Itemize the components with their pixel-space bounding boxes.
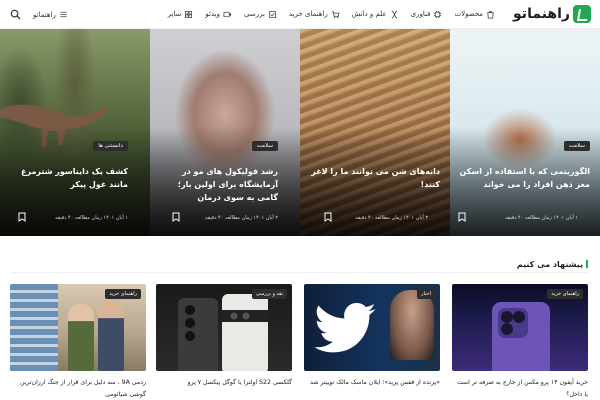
chip-icon [433, 10, 442, 19]
category-badge[interactable]: سلامت [251, 141, 278, 151]
bookmark-icon[interactable] [324, 212, 332, 222]
twitter-bird-icon [314, 302, 376, 353]
section-title: پیشنهاد می کنیم [517, 260, 588, 269]
person-shape [98, 300, 124, 371]
nav-item-label: راهنمای خرید [288, 10, 328, 18]
nav-item-label: فناوری [410, 10, 431, 18]
card-title[interactable]: خرید آیفون ۱۴ پرو مکس از خارج به صرفه تر… [452, 377, 588, 400]
nav-item-buying-guide[interactable]: راهنمای خرید [283, 10, 346, 19]
card-title[interactable]: ردمی 9A ، سه دلیل برای قرار از جنگ ارزان… [10, 377, 146, 400]
main-nav: محصولات فناوری علم و دانش راهنمای خرید ب… [162, 10, 501, 19]
hero-title[interactable]: الگوریتمی که با استفاده از اسکن مغز ذهن … [454, 165, 590, 191]
review-icon [268, 10, 277, 19]
bookmark-icon[interactable] [458, 212, 466, 222]
card-thumbnail[interactable]: نقد و بررسی [156, 284, 292, 371]
nav-item-label: سایر [167, 10, 182, 18]
category-badge[interactable]: راهنمای خرید [547, 289, 583, 299]
category-badge[interactable]: سلامت [563, 141, 590, 151]
bookmark-icon[interactable] [18, 212, 26, 222]
nav-item-review[interactable]: بررسی [238, 10, 283, 19]
hero-slide[interactable]: دانه‌های شن می توانند ما را لاغر کنند! ۳… [300, 29, 450, 236]
nav-item-video[interactable]: ویدئو [199, 10, 238, 19]
header-tools: راهنماتو [10, 0, 68, 29]
hero-meta: ۲ آبان ۱۴۰۱ زمان مطالعه ۴۰ دقیقه [205, 215, 278, 221]
nav-item-other[interactable]: سایر [162, 10, 200, 19]
nav-item-technology[interactable]: فناوری [405, 10, 449, 19]
hero-meta: ۱ آبان ۱۴۰۱ زمان مطالعه ۴۰ دقیقه [505, 215, 578, 221]
hero-title[interactable]: رشد فولیکول های مو در آزمایشگاه برای اول… [156, 165, 278, 204]
card-thumbnail[interactable]: راهنمای خرید [10, 284, 146, 371]
category-badge[interactable]: اخبار [417, 289, 435, 299]
cart-icon [331, 10, 340, 19]
section-divider [12, 272, 588, 273]
phone-illustration [492, 302, 550, 371]
article-card[interactable]: راهنمای خرید ردمی 9A ، سه دلیل برای قرار… [10, 284, 146, 400]
hamburger-menu-button[interactable]: راهنماتو [33, 10, 68, 19]
shopping-bag-icon [486, 10, 495, 19]
nav-item-label: ویدئو [205, 10, 220, 18]
dna-icon [390, 10, 399, 19]
video-icon [223, 10, 232, 19]
article-card[interactable]: نقد و بررسی گلکسی S22 اولترا یا گوگل پیک… [156, 284, 292, 389]
hero-slide[interactable]: دانستنی ها کشف یک دایناسور شترمرغ مانند … [0, 29, 150, 236]
category-badge[interactable]: راهنمای خرید [105, 289, 141, 299]
portrait-shape [390, 290, 434, 360]
hero-title[interactable]: کشف یک دایناسور شترمرغ مانند غول پیکر [6, 165, 128, 191]
hamburger-icon [59, 10, 68, 19]
article-card[interactable]: راهنمای خرید خرید آیفون ۱۴ پرو مکس از خا… [452, 284, 588, 400]
person-shape [68, 304, 94, 371]
phone-shelf [10, 284, 58, 371]
phones-illustration [178, 294, 268, 371]
logo-icon [573, 5, 591, 23]
grid-icon [184, 10, 193, 19]
card-title[interactable]: گلکسی S22 اولترا یا گوگل پیکسل ۷ پرو [156, 377, 292, 389]
nav-item-products[interactable]: محصولات [448, 10, 501, 19]
category-badge[interactable]: دانستنی ها [93, 141, 128, 151]
hero-slide[interactable]: سلامت رشد فولیکول های مو در آزمایشگاه بر… [150, 29, 300, 236]
nav-item-science[interactable]: علم و دانش [346, 10, 405, 19]
hero-meta: ۳ آبان ۱۴۰۱ زمان مطالعه ۴۰ دقیقه [355, 215, 428, 221]
card-title[interactable]: «پرنده از قفس پرید»؛ ایلان ماسک مالک توی… [304, 377, 440, 389]
card-thumbnail[interactable]: اخبار [304, 284, 440, 371]
hero-meta: ۱ آبان ۱۴۰۱ زمان مطالعه ۴۰ دقیقه [55, 215, 128, 221]
site-header: راهنماتو محصولات فناوری علم و دانش راهنم… [0, 0, 600, 29]
logo-text: راهنماتو [513, 6, 570, 22]
search-icon[interactable] [10, 9, 21, 20]
card-thumbnail[interactable]: راهنمای خرید [452, 284, 588, 371]
hero-title[interactable]: دانه‌های شن می توانند ما را لاغر کنند! [308, 165, 440, 191]
nav-item-label: علم و دانش [351, 10, 387, 18]
category-badge[interactable]: نقد و بررسی [251, 289, 287, 299]
nav-item-label: بررسی [244, 10, 265, 18]
nav-item-label: محصولات [454, 10, 484, 18]
hamburger-label: راهنماتو [33, 10, 56, 19]
site-logo[interactable]: راهنماتو [513, 5, 591, 23]
hero-slide[interactable]: سلامت الگوریتمی که با استفاده از اسکن مغ… [450, 29, 600, 236]
article-card[interactable]: اخبار «پرنده از قفس پرید»؛ ایلان ماسک ما… [304, 284, 440, 389]
bookmark-icon[interactable] [172, 212, 180, 222]
hero-slider: سلامت الگوریتمی که با استفاده از اسکن مغ… [0, 29, 600, 236]
